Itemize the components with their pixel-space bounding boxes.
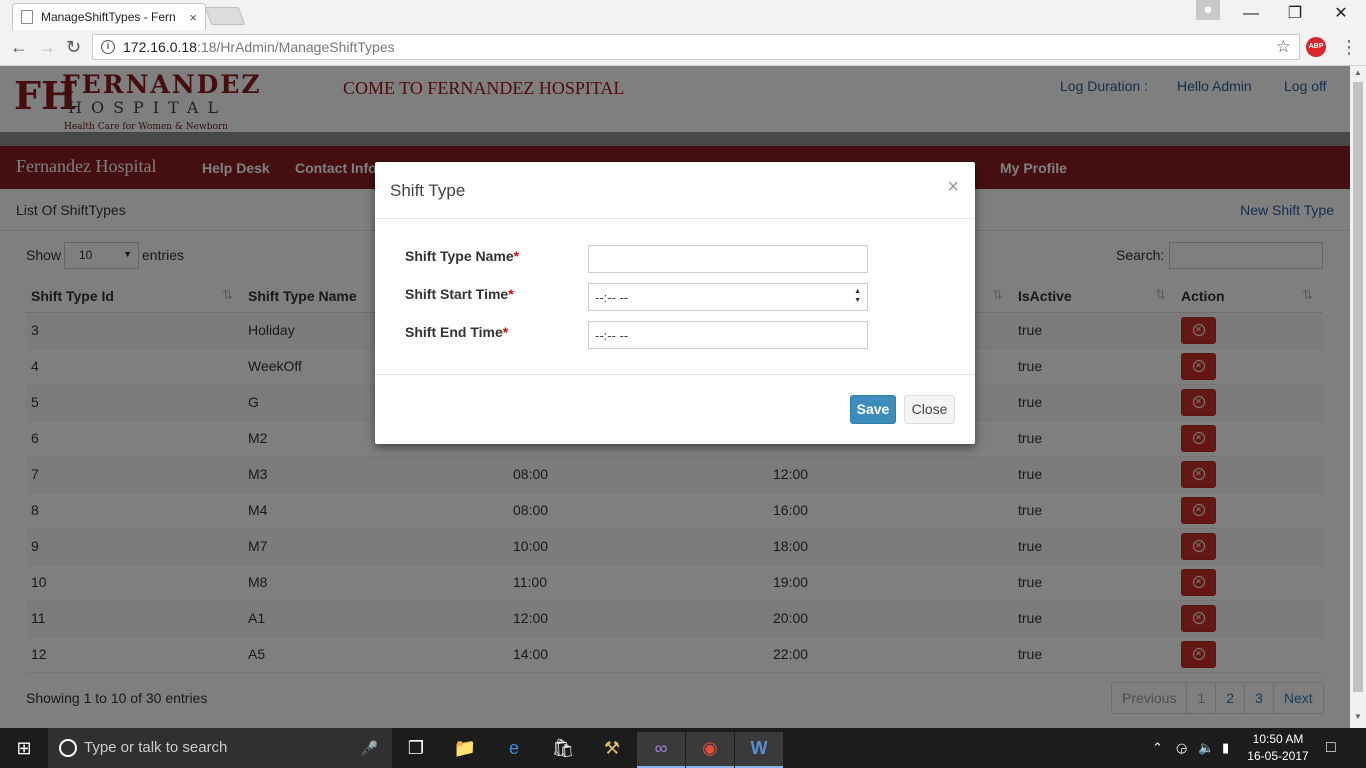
- time-spinner-icon[interactable]: ▲ ▼: [854, 287, 861, 305]
- microphone-icon[interactable]: 🎤: [361, 728, 378, 768]
- forward-arrow-icon[interactable]: →: [38, 36, 56, 58]
- clock-date: 16-05-2017: [1247, 749, 1309, 763]
- browser-menu-icon[interactable]: ⋮: [1340, 36, 1358, 58]
- word-icon[interactable]: W: [735, 732, 783, 768]
- store-icon[interactable]: 🛍: [539, 732, 587, 768]
- windows-taskbar: ⊞ Type or talk to search 🎤 ❐ 📁 e 🛍 ⚒ ∞ ◉…: [0, 728, 1366, 768]
- shift-end-label: Shift End Time*: [405, 324, 509, 340]
- shift-start-label: Shift Start Time*: [405, 286, 514, 302]
- wifi-icon[interactable]: ◶: [1176, 728, 1187, 768]
- tab-close-icon[interactable]: ×: [189, 10, 197, 25]
- modal-header: Shift Type ×: [375, 162, 975, 219]
- scroll-down-icon[interactable]: ▼: [1350, 712, 1366, 721]
- modal-close-icon[interactable]: ×: [947, 176, 959, 199]
- windows-start-icon[interactable]: ⊞: [0, 728, 48, 768]
- shift-end-input[interactable]: --:-- --: [588, 321, 868, 349]
- volume-icon[interactable]: 🔈: [1198, 728, 1214, 768]
- action-center-icon[interactable]: □: [1326, 728, 1336, 768]
- minimize-icon[interactable]: —: [1228, 3, 1274, 25]
- browser-titlebar: ManageShiftTypes - Fern × ☻ — ❐ ✕: [0, 0, 1366, 30]
- user-profile-icon[interactable]: ☻: [1196, 0, 1220, 20]
- shift-name-label: Shift Type Name*: [405, 248, 520, 264]
- system-clock[interactable]: 10:50 AM 16-05-2017: [1244, 731, 1312, 765]
- bookmark-star-icon[interactable]: ☆: [1276, 37, 1291, 57]
- taskbar-search-box[interactable]: Type or talk to search 🎤: [48, 728, 392, 768]
- shift-name-input[interactable]: [588, 245, 868, 273]
- tray-chevron-up-icon[interactable]: ⌃: [1152, 728, 1163, 768]
- modal-body: Shift Type Name* Shift Start Time* --:--…: [375, 219, 975, 375]
- modal-footer: Save Close: [375, 375, 975, 443]
- restore-icon[interactable]: ❐: [1272, 3, 1318, 25]
- page-scrollbar[interactable]: ▲ ▼: [1350, 66, 1366, 728]
- shift-start-value: --:-- --: [595, 290, 629, 305]
- task-view-icon[interactable]: ❐: [392, 732, 440, 768]
- page-favicon-icon: [21, 10, 33, 24]
- scrollbar-thumb[interactable]: [1353, 82, 1363, 692]
- chrome-icon[interactable]: ◉: [686, 732, 734, 768]
- visual-studio-icon[interactable]: ∞: [637, 732, 685, 768]
- site-info-icon[interactable]: i: [101, 40, 115, 54]
- url-bar[interactable]: i 172.16.0.18:18/HrAdmin/ManageShiftType…: [92, 34, 1300, 60]
- back-arrow-icon[interactable]: ←: [10, 36, 28, 58]
- clock-time: 10:50 AM: [1252, 732, 1304, 746]
- file-explorer-icon[interactable]: 📁: [441, 732, 489, 768]
- scroll-up-icon[interactable]: ▲: [1350, 68, 1366, 77]
- taskbar-search-placeholder: Type or talk to search: [84, 739, 228, 756]
- save-button[interactable]: Save: [850, 395, 896, 424]
- shift-start-input[interactable]: --:-- -- ▲ ▼: [588, 283, 868, 311]
- url-host: 172.16.0.18: [123, 39, 197, 55]
- tools-app-icon[interactable]: ⚒: [588, 732, 636, 768]
- edge-browser-icon[interactable]: e: [490, 732, 538, 768]
- new-tab-button[interactable]: [204, 7, 246, 25]
- address-toolbar: ← → ↻ i 172.16.0.18:18/HrAdmin/ManageShi…: [0, 30, 1366, 66]
- shift-type-modal: Shift Type × Shift Type Name* Shift Star…: [375, 162, 975, 444]
- url-path: :18/HrAdmin/ManageShiftTypes: [196, 39, 395, 55]
- browser-tab[interactable]: ManageShiftTypes - Fern ×: [12, 3, 206, 30]
- modal-title: Shift Type: [390, 181, 466, 200]
- battery-icon[interactable]: ▮: [1222, 728, 1229, 768]
- window-close-icon[interactable]: ✕: [1318, 3, 1364, 25]
- reload-icon[interactable]: ↻: [66, 36, 81, 58]
- close-button[interactable]: Close: [904, 395, 955, 424]
- adblock-extension-icon[interactable]: ABP: [1306, 37, 1326, 57]
- tab-title: ManageShiftTypes - Fern: [41, 10, 176, 24]
- cortana-icon: [59, 739, 77, 757]
